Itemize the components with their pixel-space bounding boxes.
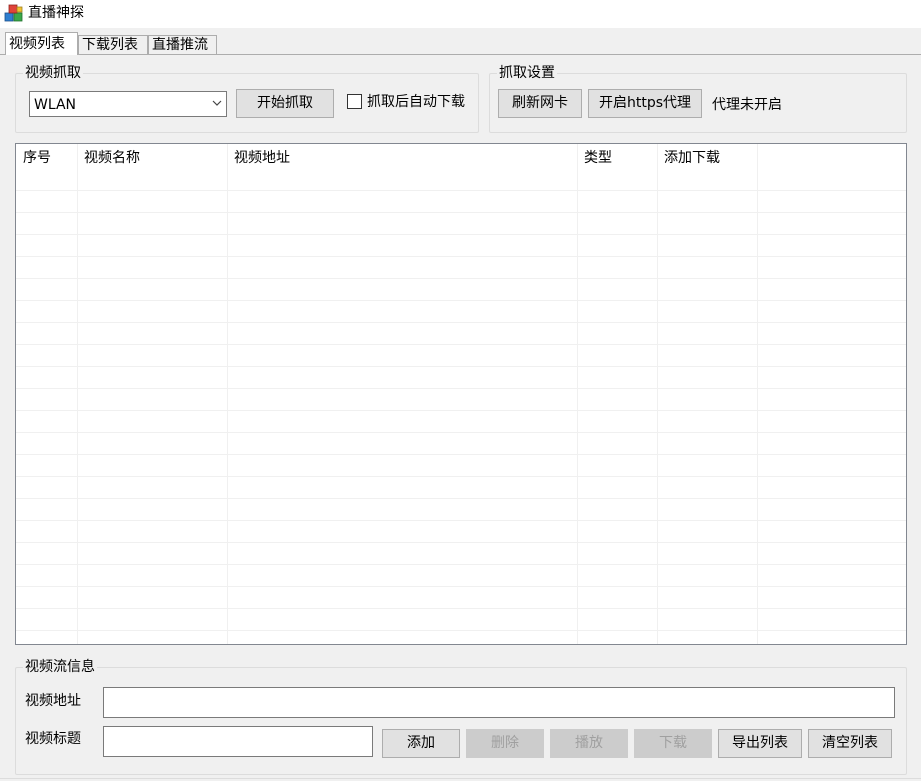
column-header-video-url[interactable]: 视频地址 xyxy=(227,144,577,172)
column-header-type[interactable]: 类型 xyxy=(577,144,657,172)
clear-list-button[interactable]: 清空列表 xyxy=(808,729,892,758)
row-gridline xyxy=(16,300,906,301)
row-gridline xyxy=(16,630,906,631)
tab-live-push[interactable]: 直播推流 xyxy=(148,35,217,54)
app-cubes-icon xyxy=(4,4,23,22)
video-title-field[interactable] xyxy=(103,726,373,757)
enable-https-proxy-button[interactable]: 开启https代理 xyxy=(588,89,702,118)
row-gridline xyxy=(16,212,906,213)
row-gridline xyxy=(16,256,906,257)
chevron-down-icon xyxy=(212,100,222,106)
capture-group-label: 视频抓取 xyxy=(23,64,83,82)
tab-download-list[interactable]: 下载列表 xyxy=(78,35,148,54)
column-divider xyxy=(77,144,78,644)
row-gridline xyxy=(16,190,906,191)
refresh-adapter-button[interactable]: 刷新网卡 xyxy=(498,89,582,118)
row-gridline xyxy=(16,410,906,411)
row-gridline xyxy=(16,498,906,499)
row-gridline xyxy=(16,432,906,433)
stream-info-group xyxy=(15,667,907,775)
video-url-field[interactable] xyxy=(103,687,895,718)
network-adapter-select[interactable]: WLAN xyxy=(29,91,227,117)
add-button[interactable]: 添加 xyxy=(382,729,460,758)
download-button[interactable]: 下载 xyxy=(634,729,712,758)
video-url-label: 视频地址 xyxy=(25,693,81,709)
row-gridline xyxy=(16,454,906,455)
network-adapter-value: WLAN xyxy=(34,97,77,113)
export-list-button[interactable]: 导出列表 xyxy=(718,729,802,758)
tab-strip-divider xyxy=(0,54,921,55)
tab-video-list[interactable]: 视频列表 xyxy=(5,32,78,55)
row-gridline xyxy=(16,564,906,565)
row-gridline xyxy=(16,586,906,587)
proxy-status-text: 代理未开启 xyxy=(712,97,782,113)
video-list-table[interactable]: 序号 视频名称 视频地址 类型 添加下载 xyxy=(15,143,907,645)
video-title-label: 视频标题 xyxy=(25,731,81,747)
row-gridline xyxy=(16,608,906,609)
row-gridline xyxy=(16,520,906,521)
row-gridline xyxy=(16,234,906,235)
column-divider xyxy=(757,144,758,644)
column-header-video-name[interactable]: 视频名称 xyxy=(77,144,227,172)
auto-download-label: 抓取后自动下载 xyxy=(367,94,465,110)
auto-download-checkbox[interactable] xyxy=(347,94,362,109)
start-capture-button[interactable]: 开始抓取 xyxy=(236,89,334,118)
window-bottom-border xyxy=(0,778,921,779)
row-gridline xyxy=(16,344,906,345)
column-header-add-download[interactable]: 添加下载 xyxy=(657,144,757,172)
stream-info-label: 视频流信息 xyxy=(23,658,97,676)
row-gridline xyxy=(16,278,906,279)
delete-button[interactable]: 删除 xyxy=(466,729,544,758)
row-gridline xyxy=(16,388,906,389)
title-bar: 直播神探 xyxy=(0,0,921,28)
column-header-index[interactable]: 序号 xyxy=(16,144,78,172)
window-title: 直播神探 xyxy=(28,5,84,21)
row-gridline xyxy=(16,322,906,323)
play-button[interactable]: 播放 xyxy=(550,729,628,758)
column-divider xyxy=(227,144,228,644)
row-gridline xyxy=(16,476,906,477)
row-gridline xyxy=(16,542,906,543)
column-divider xyxy=(577,144,578,644)
row-gridline xyxy=(16,366,906,367)
capture-settings-label: 抓取设置 xyxy=(497,64,557,82)
column-divider xyxy=(657,144,658,644)
